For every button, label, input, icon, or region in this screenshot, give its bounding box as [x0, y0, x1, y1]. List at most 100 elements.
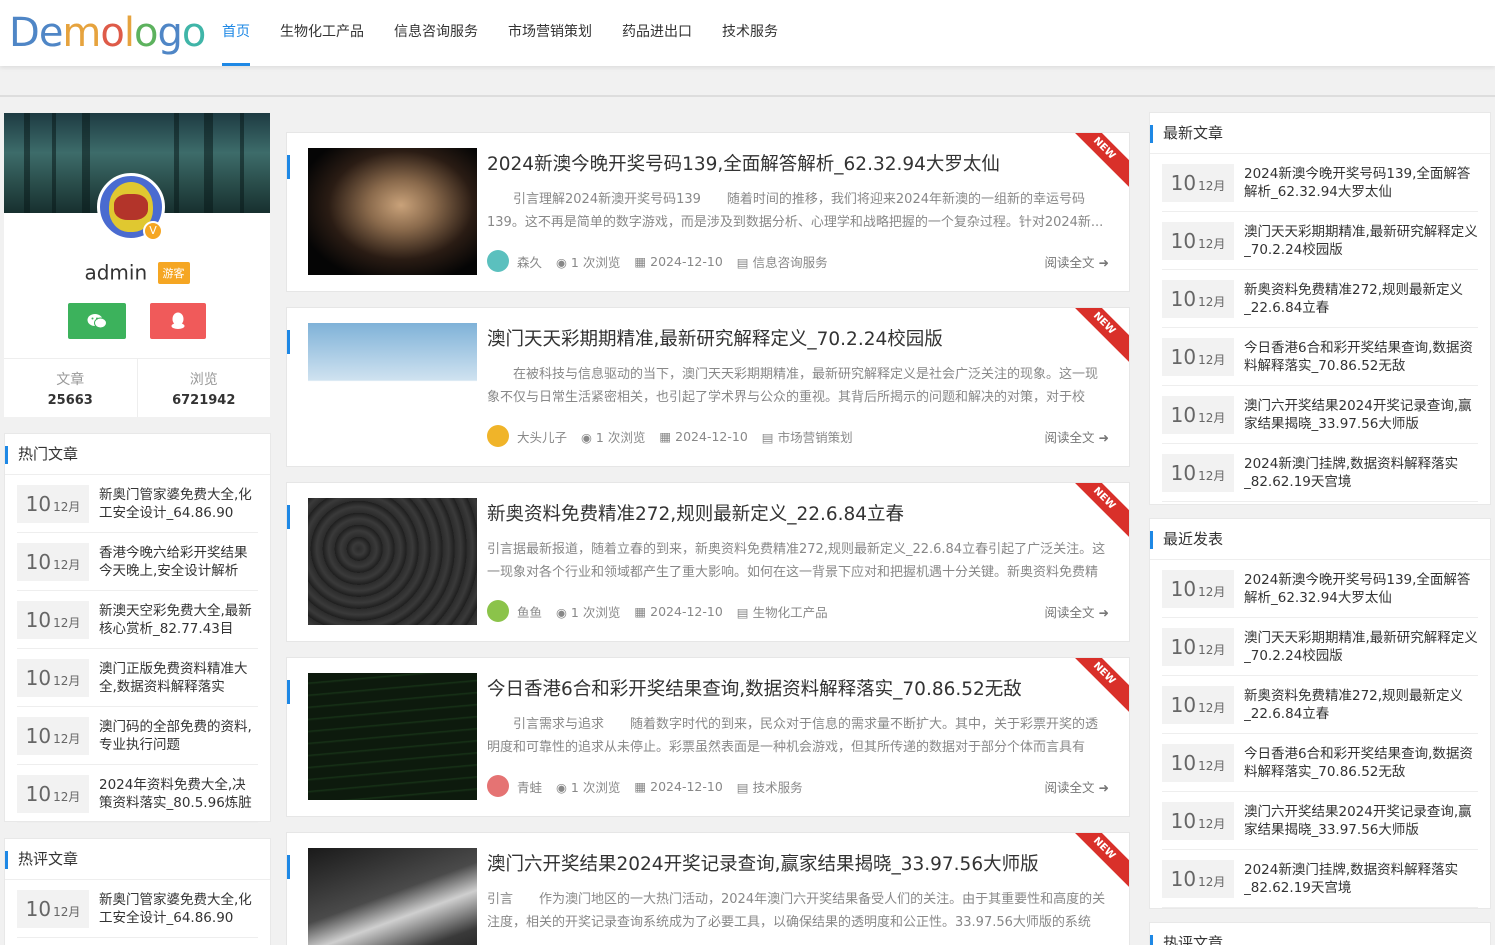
nav-item-consulting[interactable]: 信息咨询服务 [394, 0, 478, 66]
folder-icon: ▤ [761, 429, 778, 445]
author-avatar[interactable] [487, 425, 509, 447]
list-item-title[interactable]: 2024新澳今晚开奖号码139,全面解答解析_62.32.94大罗太仙 [1244, 571, 1478, 607]
list-item[interactable]: 10 12月 澳门正版免费资料精准大全,数据资料解释落实 [17, 649, 258, 707]
list-item[interactable]: 10 12月 新澳天空彩免费大全,最新核心赏析_82.77.43目 [17, 591, 258, 649]
list-item[interactable]: 10 12月 2024年资料免费大全,决策资料落实_80.5.96炼脏 [17, 765, 258, 823]
read-more-link[interactable]: 阅读全文 ➜ [1045, 777, 1109, 796]
nav-item-home[interactable]: 首页 [222, 0, 250, 66]
date-month: 12月 [53, 732, 81, 746]
list-item[interactable]: 10 12月 澳门天天彩期期精准,最新研究解释定义_70.2.24校园版 [1162, 212, 1478, 270]
post-thumbnail[interactable] [308, 848, 477, 945]
list-item[interactable]: 10 12月 今日香港6合和彩开奖结果查询,数据资料解释落实_70.86.52无敌 [1162, 328, 1478, 386]
read-more-text[interactable]: 阅读全文 [1045, 605, 1095, 620]
list-item-title[interactable]: 澳门天天彩期期精准,最新研究解释定义_70.2.24校园版 [1244, 629, 1478, 665]
folder-icon: ▤ [736, 254, 753, 270]
list-item-title[interactable]: 2024年资料免费大全,决策资料落实_80.5.96炼脏 [99, 776, 258, 812]
widget-title: 热门文章 [5, 434, 270, 475]
list-item-title[interactable]: 2024新澳门挂牌,数据资料解释落实_82.62.19天宫境 [1244, 861, 1478, 897]
post-thumbnail[interactable] [308, 498, 477, 625]
list-item[interactable]: 10 12月 新奥门管家婆免费大全,化工安全设计_64.86.90 [17, 880, 258, 938]
list-item[interactable]: 10 12月 2024新澳门挂牌,数据资料解释落实_82.62.19天宫境 [1162, 444, 1478, 502]
list-item-title[interactable]: 香港今晚六给彩开奖结果今天晚上,安全设计解析 [99, 544, 258, 580]
post-category-text[interactable]: 信息咨询服务 [753, 255, 828, 270]
nav-item-pharma[interactable]: 药品进出口 [622, 0, 692, 66]
profile-card: V admin 游客 文章 25663 浏览 6721942 [4, 113, 270, 417]
new-ribbon: NEW [1058, 308, 1129, 370]
list-item[interactable]: 10 12月 澳门六开奖结果2024开奖记录查询,赢家结果揭晓_33.97.56大师… [1162, 386, 1478, 444]
list-item-title[interactable]: 新奥门管家婆免费大全,化工安全设计_64.86.90 [99, 891, 258, 927]
post-author[interactable]: 大头儿子 [517, 427, 567, 446]
post-title[interactable]: 澳门天天彩期期精准,最新研究解释定义_70.2.24校园版 [487, 325, 943, 351]
post-date-text: 2024-12-10 [650, 778, 723, 794]
post-date-text: 2024-12-10 [650, 603, 723, 619]
read-more-text[interactable]: 阅读全文 [1045, 430, 1095, 445]
site-logo[interactable]: Demologo [9, 8, 206, 58]
list-item[interactable]: 10 12月 香港今晚六给彩开奖结果今天晚上,安全设计解析 [17, 533, 258, 591]
widget-title: 热评文章 [5, 839, 270, 880]
list-item-title[interactable]: 新澳天空彩免费大全,最新核心赏析_82.77.43目 [99, 602, 258, 638]
nav-item-biochem[interactable]: 生物化工产品 [280, 0, 364, 66]
list-item[interactable]: 10 12月 2024新澳今晚开奖号码139,全面解答解析_62.32.94大罗太仙 [1162, 560, 1478, 618]
post-category-text[interactable]: 市场营销策划 [778, 430, 853, 445]
list-item-title[interactable]: 今日香港6合和彩开奖结果查询,数据资料解释落实_70.86.52无敌 [1244, 339, 1478, 375]
list-item-title[interactable]: 2024新澳门挂牌,数据资料解释落实_82.62.19天宫境 [1244, 455, 1478, 491]
list-item-title[interactable]: 2024新澳今晚开奖号码139,全面解答解析_62.32.94大罗太仙 [1244, 165, 1478, 201]
list-item[interactable]: 10 12月 2024新澳门挂牌,数据资料解释落实_82.62.19天宫境 [1162, 850, 1478, 908]
post-category[interactable]: ▤ 生物化工产品 [737, 602, 828, 621]
list-item[interactable]: 10 12月 澳门六开奖结果2024开奖记录查询,赢家结果揭晓_33.97.56大师… [1162, 792, 1478, 850]
post-category-text[interactable]: 技术服务 [753, 780, 803, 795]
list-item-title[interactable]: 新奥资料免费精准272,规则最新定义_22.6.84立春 [1244, 281, 1478, 317]
post-category[interactable]: ▤ 市场营销策划 [762, 427, 853, 446]
stat-views: 浏览 6721942 [138, 359, 271, 417]
qq-button[interactable] [150, 303, 206, 339]
post-title[interactable]: 2024新澳今晚开奖号码139,全面解答解析_62.32.94大罗太仙 [487, 150, 1000, 176]
list-item[interactable]: 10 12月 澳门码的全部免费的资料,专业执行问题 [17, 707, 258, 765]
folder-icon: ▤ [736, 604, 753, 620]
list-item-title[interactable]: 澳门码的全部免费的资料,专业执行问题 [99, 718, 258, 754]
wechat-button[interactable] [68, 303, 126, 339]
read-more-link[interactable]: 阅读全文 ➜ [1045, 602, 1109, 621]
author-avatar[interactable] [487, 600, 509, 622]
author-avatar[interactable] [487, 775, 509, 797]
post-thumbnail[interactable] [308, 148, 477, 275]
post-thumbnail[interactable] [308, 323, 477, 450]
read-more-text[interactable]: 阅读全文 [1045, 255, 1095, 270]
list-item-title[interactable]: 澳门天天彩期期精准,最新研究解释定义_70.2.24校园版 [1244, 223, 1478, 259]
list-item[interactable]: 10 12月 2024新澳今晚开奖号码139,全面解答解析_62.32.94大罗太仙 [1162, 154, 1478, 212]
nav-item-tech[interactable]: 技术服务 [722, 0, 778, 66]
list-item[interactable]: 10 12月 澳门天天彩期期精准,最新研究解释定义_70.2.24校园版 [1162, 618, 1478, 676]
author-avatar[interactable] [487, 250, 509, 272]
list-item-title[interactable]: 澳门六开奖结果2024开奖记录查询,赢家结果揭晓_33.97.56大师版 [1244, 803, 1478, 839]
post-author[interactable]: 鱼鱼 [517, 602, 542, 621]
date-month: 12月 [1198, 411, 1226, 425]
read-more-link[interactable]: 阅读全文 ➜ [1045, 427, 1109, 446]
post-category[interactable]: ▤ 技术服务 [737, 777, 803, 796]
list-item[interactable]: 10 12月 新奥资料免费精准272,规则最新定义_22.6.84立春 [1162, 676, 1478, 734]
post-meta: 鱼鱼 ◉ 1 次浏览 ▦ 2024-12-10 ▤ 生物化工产品 阅读全文 ➜ [487, 600, 1109, 622]
arrow-right-icon: ➜ [1098, 779, 1109, 795]
list-item[interactable]: 10 12月 新奥资料免费精准272,规则最新定义_22.6.84立春 [1162, 270, 1478, 328]
read-more-text[interactable]: 阅读全文 [1045, 780, 1095, 795]
read-more-link[interactable]: 阅读全文 ➜ [1045, 252, 1109, 271]
post-thumbnail[interactable] [308, 673, 477, 800]
post-author[interactable]: 青蛙 [517, 777, 542, 796]
post-author[interactable]: 森久 [517, 252, 542, 271]
list-item-title[interactable]: 澳门正版免费资料精准大全,数据资料解释落实 [99, 660, 258, 696]
post-title[interactable]: 澳门六开奖结果2024开奖记录查询,赢家结果揭晓_33.97.56大师版 [487, 850, 1039, 876]
post-category[interactable]: ▤ 信息咨询服务 [737, 252, 828, 271]
date-month: 12月 [53, 674, 81, 688]
qq-icon [171, 312, 185, 329]
nav-item-marketing[interactable]: 市场营销策划 [508, 0, 592, 66]
post-card: 澳门天天彩期期精准,最新研究解释定义_70.2.24校园版 在被科技与信息驱动的… [286, 307, 1130, 467]
list-item[interactable]: 10 12月 今日香港6合和彩开奖结果查询,数据资料解释落实_70.86.52无敌 [1162, 734, 1478, 792]
list-item-title[interactable]: 澳门六开奖结果2024开奖记录查询,赢家结果揭晓_33.97.56大师版 [1244, 397, 1478, 433]
logo-letter: g [157, 10, 182, 56]
list-item-title[interactable]: 新奥门管家婆免费大全,化工安全设计_64.86.90 [99, 486, 258, 522]
list-item-title[interactable]: 新奥资料免费精准272,规则最新定义_22.6.84立春 [1244, 687, 1478, 723]
post-title[interactable]: 新奥资料免费精准272,规则最新定义_22.6.84立春 [487, 500, 904, 526]
list-item-title[interactable]: 今日香港6合和彩开奖结果查询,数据资料解释落实_70.86.52无敌 [1244, 745, 1478, 781]
post-category-text[interactable]: 生物化工产品 [753, 605, 828, 620]
list-item[interactable]: 10 12月 新奥门管家婆免费大全,化工安全设计_64.86.90 [17, 475, 258, 533]
date-day: 10 [1170, 170, 1197, 195]
post-title[interactable]: 今日香港6合和彩开奖结果查询,数据资料解释落实_70.86.52无敌 [487, 675, 1022, 701]
